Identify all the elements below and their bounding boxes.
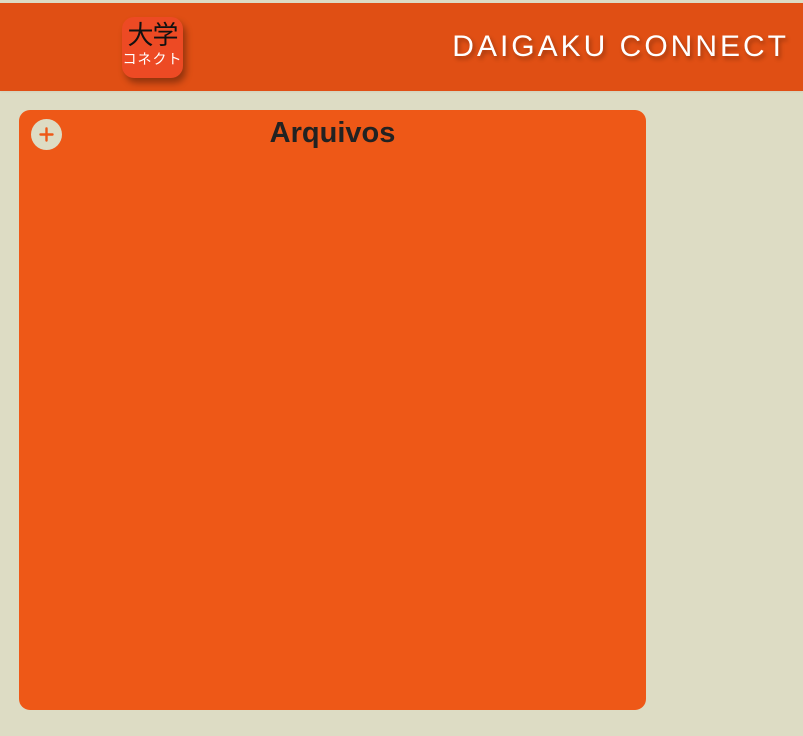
top-header: 大学 コネクト DAIGAKU CONNECT [0,3,803,91]
panel-title: Arquivos [269,117,396,149]
logo-kanji: 大学 [127,21,178,51]
files-panel: Arquivos [19,110,646,710]
logo-kana: コネクト [122,52,183,68]
app-logo[interactable]: 大学 コネクト [122,17,183,78]
page: 大学 コネクト DAIGAKU CONNECT Arquivos [0,0,803,736]
brand-title: DAIGAKU CONNECT [452,30,789,63]
